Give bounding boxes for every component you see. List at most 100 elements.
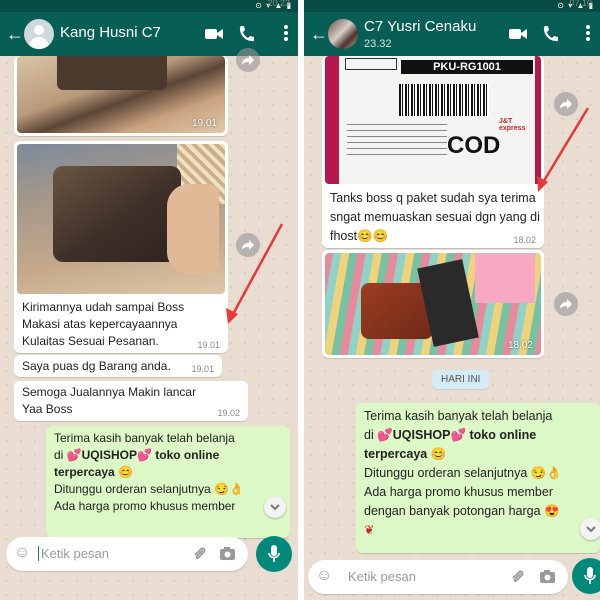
- wink-emoji-icon: 😏: [530, 466, 547, 480]
- forward-icon[interactable]: [236, 233, 260, 257]
- forward-icon[interactable]: [554, 92, 578, 116]
- message-time: 19.02: [217, 408, 240, 418]
- text-message[interactable]: Semoga Jualannya Makin lancar Yaa Boss 1…: [14, 381, 248, 421]
- brand-name: UQISHOP: [392, 428, 451, 442]
- heart-emoji-icon: 💕: [377, 428, 393, 442]
- image-message[interactable]: 19.01: [14, 56, 228, 136]
- mic-icon[interactable]: [256, 536, 292, 572]
- brand-name: UQISHOP: [81, 448, 137, 462]
- package-photo[interactable]: PKU-RG1001 COD J&T express: [325, 56, 541, 184]
- message-time: 19.01: [197, 340, 220, 350]
- chat-header: ← C7 Yusri Cenaku 23.32: [304, 12, 600, 56]
- video-call-icon[interactable]: [508, 24, 528, 44]
- message-text: Kirimannya udah sampai Boss Makasi atas …: [22, 300, 185, 348]
- ok-hand-emoji-icon: 👌: [546, 466, 562, 480]
- kebab-menu-icon[interactable]: [284, 24, 288, 44]
- wallet-photo[interactable]: [17, 144, 225, 294]
- kebab-menu-icon[interactable]: [586, 24, 590, 44]
- outgoing-line: Ditunggu orderan selanjutnya 😏👌: [364, 464, 592, 483]
- outgoing-line: ❦: [364, 521, 592, 540]
- outgoing-line: Terima kasih banyak telah belanja: [364, 409, 553, 423]
- scroll-down-icon[interactable]: [580, 518, 600, 540]
- heart-eyes-emoji-icon: 😍: [544, 504, 560, 518]
- back-arrow-icon[interactable]: ←: [6, 22, 24, 46]
- outgoing-text: Terima kasih banyak telah belanja di 💕UQ…: [356, 403, 600, 544]
- message-text: Tanks boss q paket sudah sya terima snga…: [322, 186, 550, 260]
- mic-icon[interactable]: [572, 558, 600, 594]
- line-text: Ditunggu orderan selanjutnya: [364, 466, 528, 480]
- gift-emoji-icon: ❦: [364, 523, 375, 537]
- phone-icon[interactable]: [236, 24, 256, 44]
- outgoing-line: terpercaya 😊: [364, 445, 592, 464]
- message-time: 18.02: [507, 340, 533, 351]
- emoji-icon[interactable]: ☺: [14, 544, 30, 562]
- heart-emoji-icon: 💕: [450, 428, 467, 442]
- attach-icon[interactable]: [510, 569, 526, 585]
- message-input[interactable]: ☺ Ketik pesan: [6, 537, 248, 571]
- brand-line: terpercaya: [364, 447, 428, 461]
- video-call-icon[interactable]: [204, 24, 224, 44]
- outgoing-line: Ada harga promo khusus member: [54, 499, 236, 513]
- left-chat-screen: 20.23 ⊙ ▾ ▲ ▮ ← Kang Husni C7 19.01 Kiri…: [0, 0, 298, 600]
- contact-name[interactable]: C7 Yusri Cenaku: [364, 18, 476, 35]
- wallet-photo[interactable]: 18.02: [325, 253, 541, 355]
- shipping-details: [347, 124, 447, 160]
- back-arrow-icon[interactable]: ←: [310, 22, 328, 46]
- outgoing-message[interactable]: Terima kasih banyak telah belanja di 💕UQ…: [46, 426, 290, 538]
- forward-icon[interactable]: [554, 292, 578, 316]
- image-caption-message[interactable]: Kirimannya udah sampai Boss Makasi atas …: [14, 141, 228, 353]
- outgoing-line: di 💕UQISHOP💕 toko online: [364, 426, 592, 445]
- heart-emoji-icon: 💕: [136, 448, 152, 462]
- text-prefix: di: [54, 448, 67, 462]
- line-text: dengan banyak potongan harga: [364, 504, 541, 518]
- wink-emoji-icon: 😏: [214, 482, 230, 496]
- brand-suffix: toko online: [466, 428, 537, 442]
- input-placeholder[interactable]: Ketik pesan: [348, 569, 416, 584]
- forward-icon[interactable]: [236, 48, 260, 72]
- wallet-photo[interactable]: 19.01: [17, 56, 225, 133]
- image-caption-message[interactable]: PKU-RG1001 COD J&T express Tanks boss q …: [322, 56, 544, 248]
- avatar-icon[interactable]: [24, 19, 54, 49]
- cod-label: COD: [447, 132, 501, 159]
- emoji-icon[interactable]: ☺: [316, 567, 332, 585]
- attach-icon[interactable]: [192, 546, 208, 562]
- text-message[interactable]: Saya puas dg Barang anda. 19.01: [14, 355, 222, 377]
- message-time: 18.02: [513, 235, 536, 245]
- status-bar: 07.10 ⊙ ▾ ▲ ▮: [304, 0, 600, 12]
- message-input[interactable]: ☺ Ketik pesan: [308, 560, 568, 594]
- contact-name[interactable]: Kang Husni C7: [60, 24, 161, 41]
- status-bar: 20.23 ⊙ ▾ ▲ ▮: [0, 0, 298, 12]
- outgoing-line: dengan banyak potongan harga 😍: [364, 502, 592, 521]
- heart-emoji-icon: 💕: [66, 448, 82, 462]
- smile-emoji-icon: 😊: [118, 465, 134, 479]
- message-text: Semoga Jualannya Makin lancar Yaa Boss: [22, 385, 197, 416]
- smile-emoji-icon: 😊😊: [357, 229, 389, 243]
- last-seen: 23.32: [364, 38, 392, 50]
- phone-icon[interactable]: [540, 24, 560, 44]
- status-time: 07.10: [569, 0, 592, 8]
- message-time: 19.01: [191, 118, 217, 129]
- outgoing-line: di 💕UQISHOP💕 toko online terpercaya 😊: [54, 447, 282, 481]
- ok-hand-emoji-icon: 👌: [229, 482, 245, 496]
- line-text: Ditunggu orderan selanjutnya: [54, 482, 211, 496]
- text-prefix: di: [364, 428, 378, 442]
- outgoing-message[interactable]: Terima kasih banyak telah belanja di 💕UQ…: [356, 403, 600, 553]
- outgoing-line: Ditunggu orderan selanjutnya 😏👌: [54, 481, 282, 498]
- camera-icon[interactable]: [539, 569, 556, 584]
- right-chat-screen: 07.10 ⊙ ▾ ▲ ▮ ← C7 Yusri Cenaku 23.32 PK…: [304, 0, 600, 600]
- outgoing-line: Ada harga promo khusus member: [364, 485, 553, 499]
- barcode: [399, 84, 489, 116]
- outgoing-text: Terima kasih banyak telah belanja di 💕UQ…: [46, 426, 290, 519]
- package-code: PKU-RG1001: [401, 60, 533, 74]
- message-time: 19.01: [191, 364, 214, 374]
- status-time: 20.23: [267, 0, 290, 8]
- avatar-icon[interactable]: [328, 19, 358, 49]
- scroll-down-icon[interactable]: [264, 496, 286, 518]
- date-divider: HARI INI: [432, 370, 490, 389]
- outgoing-line: Terima kasih banyak telah belanja: [54, 431, 235, 445]
- input-placeholder[interactable]: Ketik pesan: [38, 546, 109, 561]
- image-message[interactable]: 18.02: [322, 250, 544, 358]
- smile-emoji-icon: 😊: [430, 447, 447, 461]
- courier-logo: J&T express: [499, 118, 526, 132]
- camera-icon[interactable]: [219, 546, 236, 561]
